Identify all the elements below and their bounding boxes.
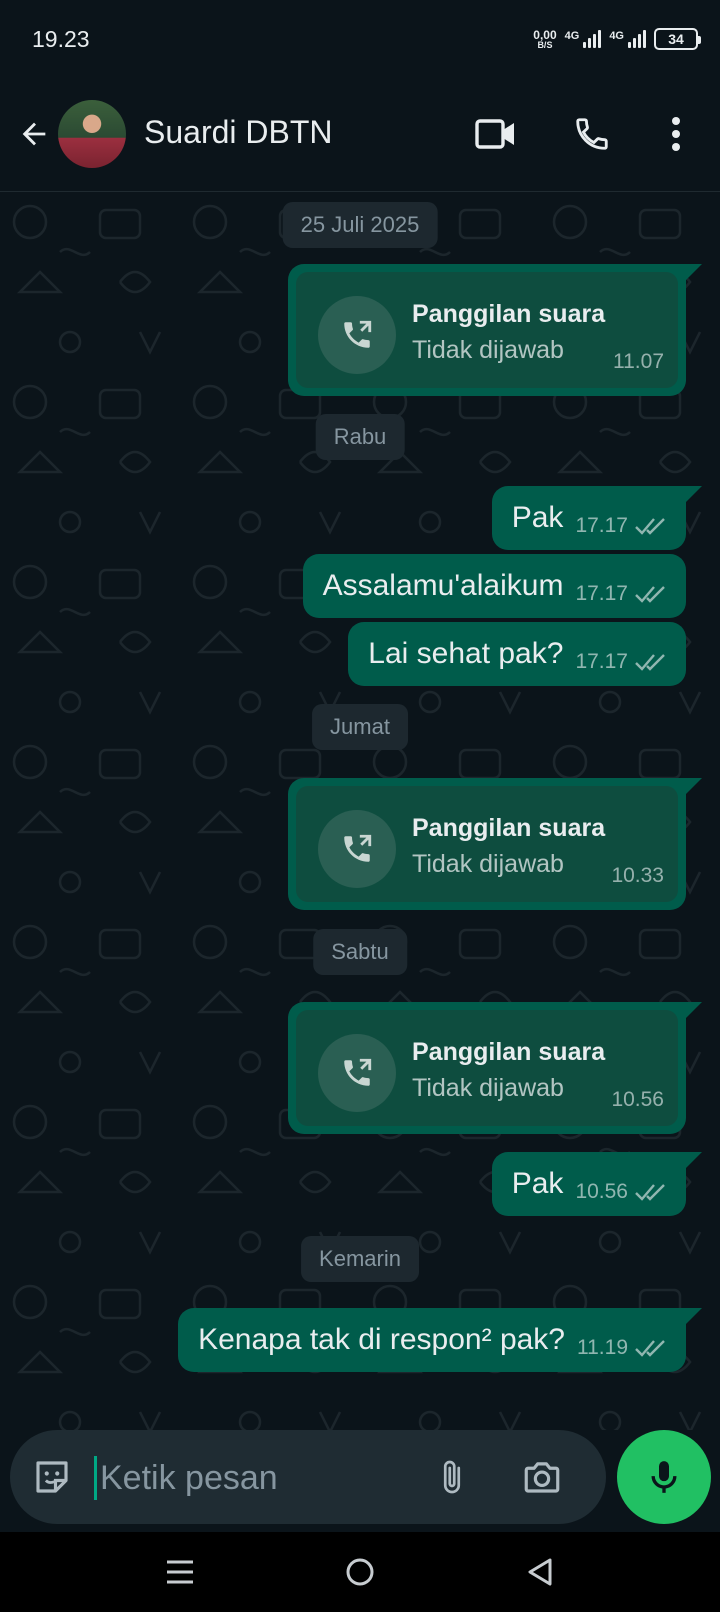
message-input[interactable] [100,1454,430,1502]
text-caret [94,1456,97,1500]
menu-icon [167,1560,193,1584]
chat-area[interactable]: 25 Juli 2025 Panggilan suara Tidak dijaw… [0,192,720,1430]
video-camera-icon [475,119,514,149]
sim2-label: 4G [609,30,624,42]
message-time: 17.17 [575,514,628,537]
network-speed-value: 0,00 [533,27,557,42]
back-nav-button[interactable] [516,1548,564,1596]
call-card: Panggilan suara Tidak dijawab 11.07 [296,272,678,388]
double-check-icon [635,1184,665,1201]
double-check-icon [635,586,665,603]
missed-call-message[interactable]: Panggilan suara Tidak dijawab 10.56 [288,1002,702,1134]
call-status: Tidak dijawab [412,850,564,878]
date-separator: Rabu [315,414,405,460]
date-separator: Kemarin [301,1236,419,1282]
date-separator: Sabtu [313,929,407,975]
double-check-icon [635,1340,665,1357]
sim1-label: 4G [564,30,580,42]
message-time: 10.56 [575,1180,628,1203]
voice-call-button[interactable] [568,110,616,158]
paperclip-icon [443,1460,461,1494]
battery-level: 34 [668,31,684,47]
outgoing-call-icon [318,1034,396,1112]
message-text: Pak [511,501,564,534]
call-card: Panggilan suara Tidak dijawab 10.56 [296,1010,678,1126]
status-bar: 19.23 0,00 B/S 4G 4G 34 [0,0,720,82]
phone-icon [576,118,608,150]
message-text: Lai sehat pak? [368,637,564,670]
more-options-button[interactable] [652,110,700,158]
message-text: Kenapa tak di respon² pak? [198,1323,565,1356]
system-navigation-bar [0,1532,720,1612]
message-time: 11.19 [577,1336,628,1359]
double-check-icon [635,654,665,671]
text-message[interactable]: Lai sehat pak? 17.17 [348,622,686,686]
call-title: Panggilan suara [412,814,606,842]
call-status: Tidak dijawab [412,336,564,364]
text-message[interactable]: Assalamu'alaikum 17.17 [302,554,686,618]
message-time: 10.33 [611,864,664,887]
message-time: 11.07 [613,350,664,373]
message-time: 17.17 [575,650,628,673]
message-text: Assalamu'alaikum [322,569,564,602]
camera-icon [524,1462,560,1493]
date-separator: Jumat [312,704,408,750]
message-time: 10.56 [611,1088,664,1111]
sticker-icon [36,1461,68,1493]
network-speed-unit: B/S [537,39,553,50]
call-card: Panggilan suara Tidak dijawab 10.33 [296,786,678,902]
call-status: Tidak dijawab [412,1074,564,1102]
voice-message-button[interactable] [617,1430,711,1524]
more-vertical-icon [672,117,680,151]
arrow-left-icon [22,122,46,146]
missed-call-message[interactable]: Panggilan suara Tidak dijawab 11.07 [288,264,702,396]
text-message[interactable]: Pak 10.56 [491,1152,703,1216]
outgoing-call-icon [318,810,396,888]
message-composer [10,1430,606,1524]
outgoing-call-icon [318,296,396,374]
battery-icon: 34 [654,28,701,50]
sim2-signal-icon: 4G [609,30,646,48]
text-message[interactable]: Kenapa tak di respon² pak? 11.19 [178,1308,702,1372]
double-check-icon [635,518,665,535]
network-speed: 0,00 B/S [533,29,556,50]
call-title: Panggilan suara [412,300,606,328]
triangle-back-icon [528,1558,552,1586]
home-circle-icon [346,1558,374,1586]
text-message[interactable]: Pak 17.17 [491,486,703,550]
video-call-button[interactable] [472,110,520,158]
call-title: Panggilan suara [412,1038,606,1066]
home-button[interactable] [336,1548,384,1596]
date-separator: 25 Juli 2025 [282,202,438,248]
message-text: Pak [511,1167,564,1200]
chat-header: Suardi DBTN [0,82,720,192]
message-time: 17.17 [575,582,628,605]
contact-name[interactable]: Suardi DBTN [144,114,333,151]
sim1-signal-icon: 4G [565,30,602,48]
back-button[interactable] [12,112,56,156]
microphone-icon [651,1461,677,1493]
camera-button[interactable] [518,1453,566,1501]
recent-apps-button[interactable] [156,1548,204,1596]
missed-call-message[interactable]: Panggilan suara Tidak dijawab 10.33 [288,778,702,910]
status-time: 19.23 [32,26,90,52]
contact-avatar[interactable] [58,100,126,168]
attach-button[interactable] [428,1453,476,1501]
sticker-button[interactable] [28,1453,76,1501]
status-indicators: 0,00 B/S 4G 4G 34 [533,24,701,54]
